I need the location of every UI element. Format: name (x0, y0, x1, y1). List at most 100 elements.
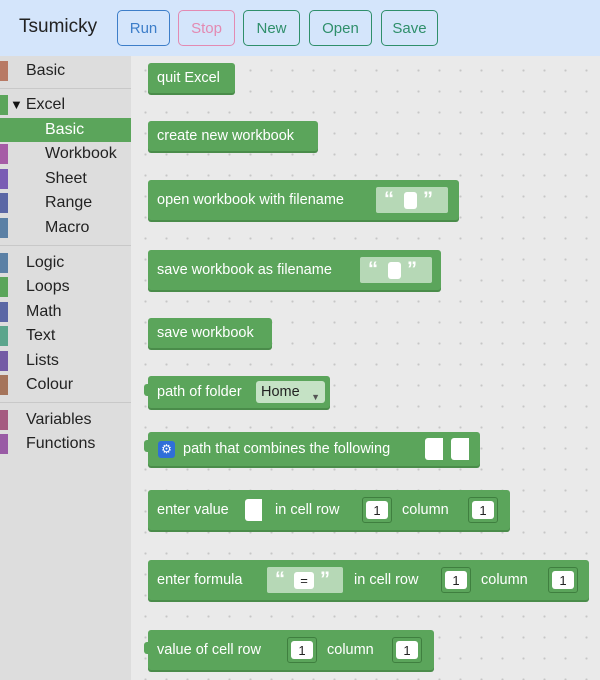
block-create-new-workbook[interactable]: create new workbook (148, 121, 318, 151)
block-open-workbook[interactable]: open workbook with filename “ ” (148, 180, 459, 220)
category-label: Basic (26, 62, 66, 79)
block-save-workbook-as[interactable]: save workbook as filename “ ” (148, 250, 441, 290)
divider (0, 402, 131, 403)
category-color-swatch (0, 169, 8, 189)
row-number-slot[interactable]: 1 (362, 497, 392, 523)
output-connector (144, 384, 150, 396)
block-label: save workbook (157, 325, 254, 341)
block-save-workbook[interactable]: save workbook (148, 318, 272, 348)
folder-dropdown[interactable]: Home ▼ (256, 381, 325, 403)
block-workspace[interactable]: quit Excel create new workbook open work… (131, 56, 600, 680)
category-label: Range (45, 194, 93, 211)
text-input-slot[interactable]: “ ” (360, 257, 432, 283)
category-color-swatch (0, 351, 8, 371)
category-logic[interactable]: Logic (0, 251, 131, 275)
block-enter-formula[interactable]: enter formula “ = ” in cell row 1 column… (148, 560, 589, 600)
app-title: Tsumicky (19, 16, 98, 37)
category-color-swatch (0, 218, 8, 238)
output-connector (144, 440, 150, 452)
category-excel-macro[interactable]: Macro (0, 216, 131, 240)
category-label: Loops (26, 278, 70, 295)
category-excel-workbook[interactable]: Workbook (0, 142, 131, 166)
block-value-of-cell[interactable]: value of cell row 1 column 1 (144, 630, 434, 670)
category-color-swatch (0, 61, 8, 81)
row-number-slot[interactable]: 1 (441, 567, 471, 593)
category-label: Macro (45, 219, 90, 236)
run-button[interactable]: Run (117, 10, 170, 46)
block-label: value of cell row (157, 642, 261, 658)
column-number-field[interactable]: 1 (552, 571, 574, 589)
close-quote-icon: ” (320, 568, 330, 591)
column-number-field[interactable]: 1 (396, 641, 418, 659)
block-label: in cell row (275, 502, 340, 518)
row-number-field[interactable]: 1 (291, 641, 313, 659)
block-label: create new workbook (157, 128, 295, 144)
block-label: column (481, 572, 528, 588)
text-value-field[interactable] (404, 192, 417, 209)
column-number-slot[interactable]: 1 (392, 637, 422, 663)
dropdown-value: Home (261, 384, 300, 400)
text-input-slot[interactable]: “ = ” (267, 567, 343, 593)
divider (0, 88, 131, 89)
category-variables[interactable]: Variables (0, 408, 131, 432)
category-color-swatch (0, 253, 8, 273)
open-quote-icon: “ (368, 258, 378, 281)
column-number-slot[interactable]: 1 (468, 497, 498, 523)
save-button[interactable]: Save (381, 10, 438, 46)
category-color-swatch (0, 375, 8, 395)
new-button[interactable]: New (243, 10, 300, 46)
category-excel-sheet[interactable]: Sheet (0, 167, 131, 191)
close-quote-icon: ” (407, 258, 417, 281)
category-math[interactable]: Math (0, 300, 131, 324)
block-label: in cell row (354, 572, 419, 588)
block-path-combine[interactable]: ⚙ path that combines the following (144, 432, 480, 466)
text-value-field[interactable] (388, 262, 401, 279)
category-functions[interactable]: Functions (0, 432, 131, 456)
category-lists[interactable]: Lists (0, 349, 131, 373)
mutator-gear-icon[interactable]: ⚙ (158, 441, 175, 458)
category-colour[interactable]: Colour (0, 373, 131, 397)
category-loops[interactable]: Loops (0, 275, 131, 299)
dropdown-arrow-icon: ▼ (311, 392, 320, 402)
category-label: Variables (26, 411, 92, 428)
category-color-swatch (0, 434, 8, 454)
block-enter-value[interactable]: enter value in cell row 1 column 1 (148, 490, 510, 530)
close-quote-icon: ” (423, 188, 433, 211)
category-color-swatch (0, 410, 8, 430)
category-excel-range[interactable]: Range (0, 191, 131, 215)
block-label: path of folder (157, 384, 242, 400)
category-color-swatch (0, 95, 8, 115)
stop-button[interactable]: Stop (178, 10, 235, 46)
divider (0, 245, 131, 246)
open-quote-icon: “ (275, 568, 285, 591)
category-basic[interactable]: Basic (0, 59, 131, 83)
block-quit-excel[interactable]: quit Excel (148, 63, 235, 93)
column-number-field[interactable]: 1 (472, 501, 494, 519)
category-excel[interactable]: ▼ Excel (0, 93, 131, 117)
row-number-field[interactable]: 1 (445, 571, 467, 589)
block-label: open workbook with filename (157, 192, 344, 208)
category-label: Logic (26, 254, 65, 271)
header: Tsumicky Run Stop New Open Save (0, 0, 600, 56)
category-color-swatch (0, 277, 8, 297)
open-button[interactable]: Open (309, 10, 372, 46)
value-input-slot[interactable] (451, 438, 469, 460)
block-label: quit Excel (157, 70, 220, 86)
category-label: Text (26, 327, 56, 344)
category-color-swatch (0, 302, 8, 322)
category-color-swatch (0, 193, 8, 213)
text-input-slot[interactable]: “ ” (376, 187, 448, 213)
category-excel-basic[interactable]: Basic (0, 118, 131, 142)
value-input-slot[interactable] (425, 438, 443, 460)
value-input-slot[interactable] (245, 499, 262, 521)
row-number-slot[interactable]: 1 (287, 637, 317, 663)
row-number-field[interactable]: 1 (366, 501, 388, 519)
category-label: ▼ Excel (10, 96, 65, 113)
category-label: Math (26, 303, 62, 320)
text-value-field[interactable]: = (294, 572, 314, 589)
category-color-swatch (0, 144, 8, 164)
column-number-slot[interactable]: 1 (548, 567, 578, 593)
open-quote-icon: “ (384, 188, 394, 211)
block-path-of-folder[interactable]: path of folder Home ▼ (144, 376, 330, 408)
category-text[interactable]: Text (0, 324, 131, 348)
